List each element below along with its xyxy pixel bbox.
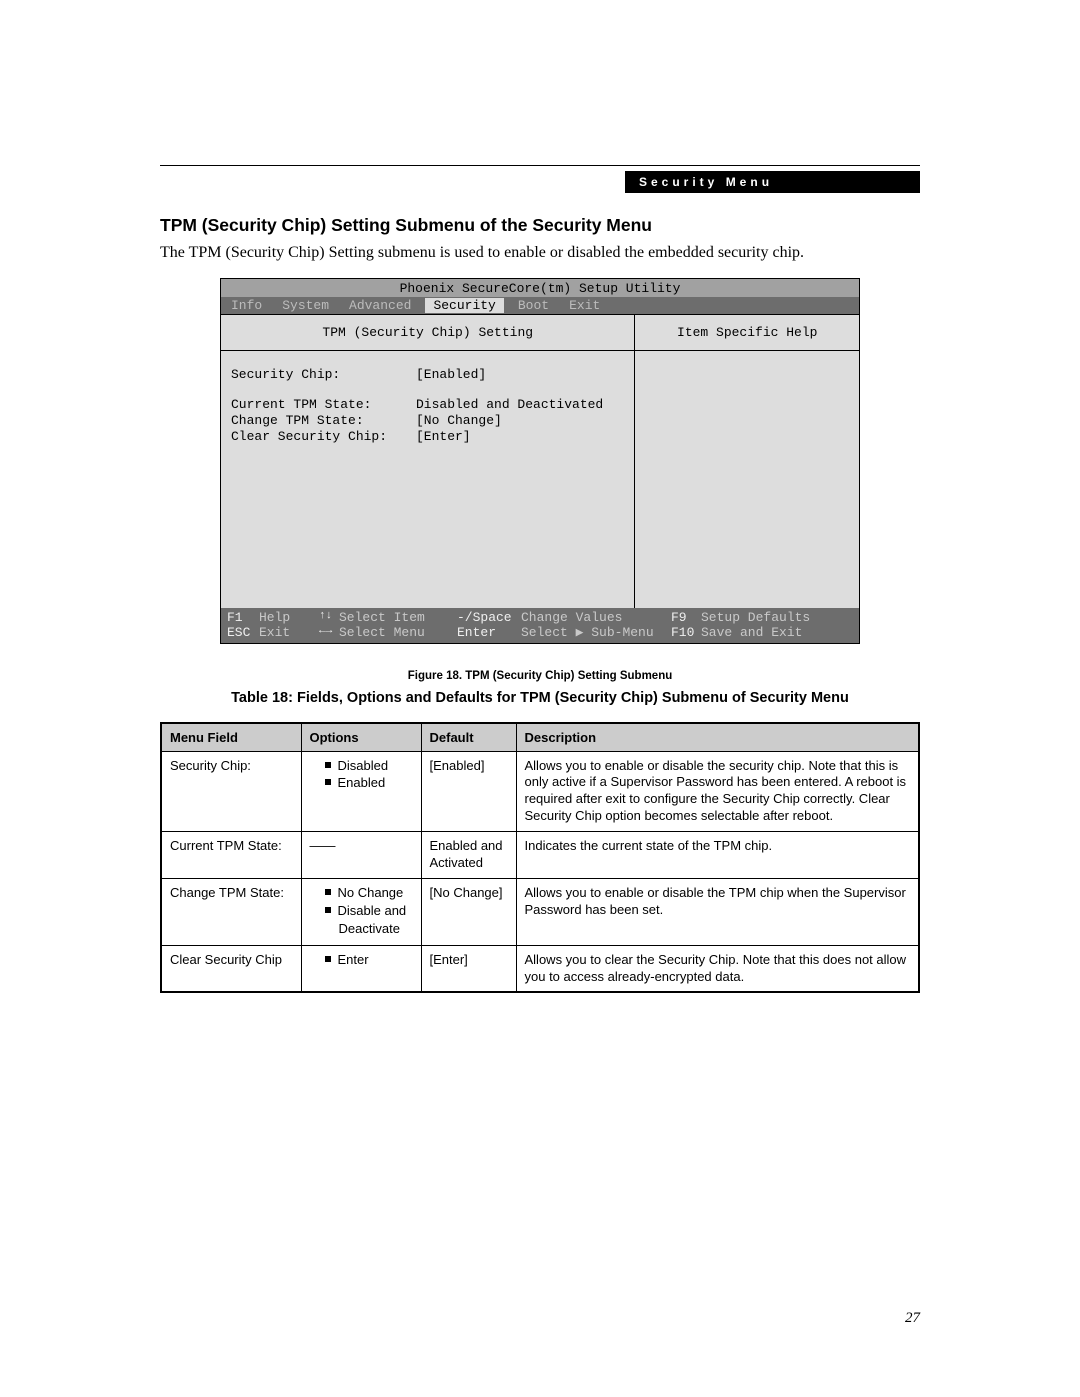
bios-field-label: Security Chip: xyxy=(231,367,416,382)
bios-fields: Security Chip:[Enabled]Current TPM State… xyxy=(221,351,634,461)
bios-save-exit-label: Save and Exit xyxy=(701,625,853,640)
bios-field-value: [Enter] xyxy=(416,429,471,444)
cell-options: DisabledEnabled xyxy=(301,751,421,832)
cell-default: [Enter] xyxy=(421,945,516,992)
bios-tab-bar: InfoSystemAdvanced Security BootExit xyxy=(221,297,859,314)
table-row: Clear Security ChipEnter[Enter]Allows yo… xyxy=(161,945,919,992)
bios-field-label: Current TPM State: xyxy=(231,397,416,412)
cell-menu-field: Current TPM State: xyxy=(161,832,301,879)
bios-key-space: -/Space xyxy=(457,610,521,625)
figure-caption: Figure 18. TPM (Security Chip) Setting S… xyxy=(160,670,920,682)
bios-setup-defaults-label: Setup Defaults xyxy=(701,610,853,625)
table-header: Menu Field xyxy=(161,723,301,752)
bios-select-menu-label: Select Menu xyxy=(339,625,457,640)
bios-select-item-label: Select Item xyxy=(339,610,457,625)
bios-footer: F1 Help ↑↓ Select Item -/Space Change Va… xyxy=(221,608,859,644)
table-caption: Table 18: Fields, Options and Defaults f… xyxy=(160,690,920,706)
cell-default: [No Change] xyxy=(421,878,516,945)
bios-exit-label: Exit xyxy=(259,625,319,640)
table-row: Current TPM State:——Enabled and Activate… xyxy=(161,832,919,879)
bios-key-updown: ↑↓ xyxy=(319,610,339,625)
bios-screenshot: Phoenix SecureCore(tm) Setup Utility Inf… xyxy=(220,278,860,644)
bios-key-f9: F9 xyxy=(671,610,701,625)
table-header: Options xyxy=(301,723,421,752)
bios-key-enter: Enter xyxy=(457,625,521,640)
section-description: The TPM (Security Chip) Setting submenu … xyxy=(160,242,920,264)
bios-title: Phoenix SecureCore(tm) Setup Utility xyxy=(221,279,859,297)
bios-help-label: Help xyxy=(259,610,319,625)
bios-tab-info: Info xyxy=(221,298,272,313)
table-row: Change TPM State:No ChangeDisable andDea… xyxy=(161,878,919,945)
bios-right-header: Item Specific Help xyxy=(635,315,859,351)
table-header: Description xyxy=(516,723,919,752)
cell-menu-field: Security Chip: xyxy=(161,751,301,832)
cell-options: Enter xyxy=(301,945,421,992)
cell-options: —— xyxy=(301,832,421,879)
cell-menu-field: Clear Security Chip xyxy=(161,945,301,992)
header-section-label: Security Menu xyxy=(625,171,920,193)
bios-field-value: [No Change] xyxy=(416,413,502,428)
cell-description: Allows you to enable or disable the TPM … xyxy=(516,878,919,945)
bios-select-submenu-label: Select ▶ Sub-Menu xyxy=(521,625,671,640)
bios-field-value: Disabled and Deactivated xyxy=(416,397,603,412)
table-row: Security Chip:DisabledEnabled[Enabled]Al… xyxy=(161,751,919,832)
bios-field-row: Security Chip:[Enabled] xyxy=(231,367,624,382)
cell-options: No ChangeDisable andDeactivate xyxy=(301,878,421,945)
cell-description: Indicates the current state of the TPM c… xyxy=(516,832,919,879)
section-title: TPM (Security Chip) Setting Submenu of t… xyxy=(160,215,920,236)
bios-key-f1: F1 xyxy=(227,610,259,625)
bios-key-esc: ESC xyxy=(227,625,259,640)
bios-tab-advanced: Advanced xyxy=(339,298,421,313)
bios-field-row: Change TPM State:[No Change] xyxy=(231,413,624,428)
bios-field-row: Clear Security Chip:[Enter] xyxy=(231,429,624,444)
bios-tab-security: Security xyxy=(425,298,503,313)
bios-key-leftright: ←→ xyxy=(319,625,339,640)
bios-field-label: Clear Security Chip: xyxy=(231,429,416,444)
options-table: Menu FieldOptionsDefaultDescription Secu… xyxy=(160,722,920,994)
cell-menu-field: Change TPM State: xyxy=(161,878,301,945)
bios-left-header: TPM (Security Chip) Setting xyxy=(221,315,634,351)
page-number: 27 xyxy=(905,1310,920,1327)
cell-default: Enabled and Activated xyxy=(421,832,516,879)
bios-change-values-label: Change Values xyxy=(521,610,671,625)
bios-field-row: Current TPM State:Disabled and Deactivat… xyxy=(231,397,624,412)
cell-description: Allows you to enable or disable the secu… xyxy=(516,751,919,832)
cell-default: [Enabled] xyxy=(421,751,516,832)
bios-tab-exit: Exit xyxy=(559,298,610,313)
bios-tab-system: System xyxy=(272,298,339,313)
cell-description: Allows you to clear the Security Chip. N… xyxy=(516,945,919,992)
bios-field-value: [Enabled] xyxy=(416,367,486,382)
bios-key-f10: F10 xyxy=(671,625,701,640)
bios-tab-boot: Boot xyxy=(508,298,559,313)
bios-field-label: Change TPM State: xyxy=(231,413,416,428)
table-header: Default xyxy=(421,723,516,752)
